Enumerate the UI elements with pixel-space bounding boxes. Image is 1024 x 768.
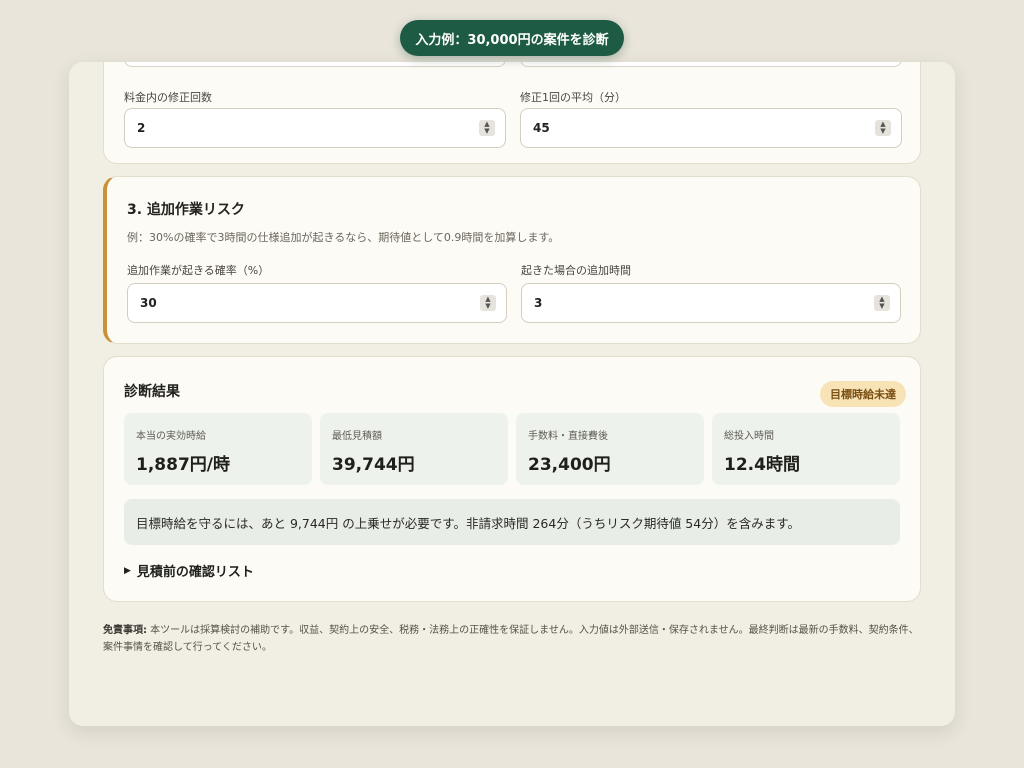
checklist-toggle-label: 見積前の確認リスト (136, 565, 254, 580)
stepper-icon[interactable]: ▲ ▼ (874, 295, 890, 311)
revision-avg-value: 45 (533, 121, 550, 135)
stat-label: 最低見積額 (332, 431, 382, 442)
result-panel: 診断結果 目標時給未達 本当の実効時給 1,887円/時 最低見積額 39,74… (103, 356, 921, 602)
revision-count-input[interactable]: 2 ▲ ▼ (124, 108, 506, 148)
stat-value: 39,744円 (332, 455, 415, 475)
risk-hours-label: 起きた場合の追加時間 (521, 264, 631, 277)
risk-title: 3. 追加作業リスク (127, 202, 245, 218)
stat-label: 本当の実効時給 (136, 431, 206, 442)
risk-panel: 3. 追加作業リスク 例：30%の確率で3時間の仕様追加が起きるなら、期待値とし… (103, 176, 921, 344)
app-card: 料金内の修正回数 2 ▲ ▼ 修正1回の平均（分） 45 ▲ ▼ 3. 追加作業リス… (69, 62, 955, 726)
revision-count-label: 料金内の修正回数 (124, 91, 212, 104)
revision-avg-input[interactable]: 45 ▲ ▼ (520, 108, 902, 148)
stat-total-hours: 総投入時間 12.4時間 (712, 413, 900, 485)
example-diagnose-button[interactable]: 入力例：30,000円の案件を診断 (400, 20, 624, 56)
risk-hours-input[interactable]: 3 ▲ ▼ (521, 283, 901, 323)
stat-label: 手数料・直接費後 (528, 431, 608, 442)
stat-minimum-quote: 最低見積額 39,744円 (320, 413, 508, 485)
status-badge: 目標時給未達 (820, 381, 906, 407)
stat-value: 12.4時間 (724, 455, 800, 475)
stat-label: 総投入時間 (724, 431, 774, 442)
previous-input-left[interactable] (124, 62, 506, 67)
stat-after-fees: 手数料・直接費後 23,400円 (516, 413, 704, 485)
risk-prob-value: 30 (140, 296, 157, 310)
disclaimer-text: 本ツールは採算検討の補助です。収益、契約上の安全、税務・法務上の正確性を保証しま… (103, 625, 919, 653)
stepper-icon[interactable]: ▲ ▼ (875, 120, 891, 136)
risk-prob-label: 追加作業が起きる確率（%） (127, 264, 270, 277)
risk-hours-value: 3 (534, 296, 543, 310)
disclaimer: 免責事項: 本ツールは採算検討の補助です。収益、契約上の安全、税務・法務上の正確… (103, 622, 923, 656)
risk-description: 例：30%の確率で3時間の仕様追加が起きるなら、期待値として0.9時間を加算しま… (127, 231, 560, 244)
risk-prob-input[interactable]: 30 ▲ ▼ (127, 283, 507, 323)
stepper-icon[interactable]: ▲ ▼ (480, 295, 496, 311)
revisions-panel: 料金内の修正回数 2 ▲ ▼ 修正1回の平均（分） 45 ▲ ▼ (103, 62, 921, 164)
result-title: 診断結果 (124, 384, 180, 400)
revision-avg-label: 修正1回の平均（分） (520, 91, 626, 104)
result-summary: 目標時給を守るには、あと 9,744円 の上乗せが必要です。非請求時間 264分… (124, 499, 900, 545)
triangle-right-icon: ▶ (124, 565, 131, 576)
stat-effective-hourly: 本当の実効時給 1,887円/時 (124, 413, 312, 485)
stat-value: 1,887円/時 (136, 455, 230, 475)
revision-count-value: 2 (137, 121, 146, 135)
stat-value: 23,400円 (528, 455, 611, 475)
checklist-toggle[interactable]: ▶ 見積前の確認リスト (124, 561, 254, 580)
previous-input-right[interactable] (520, 62, 902, 67)
stepper-icon[interactable]: ▲ ▼ (479, 120, 495, 136)
disclaimer-label: 免責事項: (103, 625, 147, 636)
